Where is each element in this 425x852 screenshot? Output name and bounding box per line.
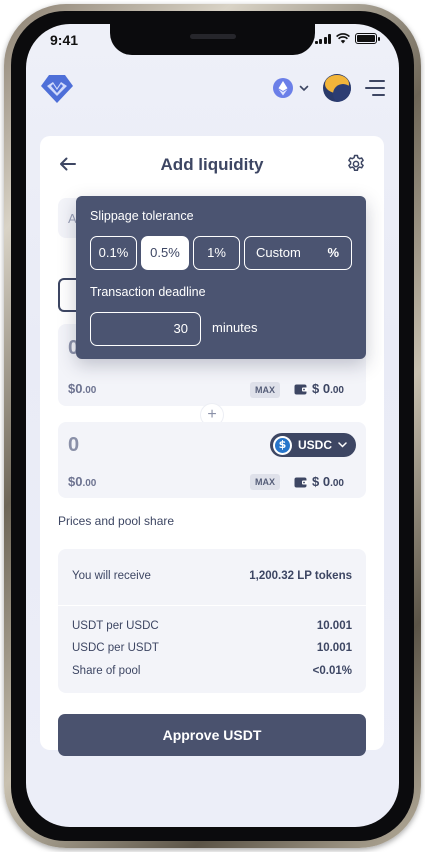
token-b-selector[interactable]: $ USDC (270, 433, 356, 457)
wallet-icon (294, 384, 308, 394)
max-button[interactable]: MAX (250, 382, 280, 398)
slippage-option[interactable]: 1% (193, 236, 240, 270)
settings-popover: Slippage tolerance 0.1% 0.5% 1% Custom %… (76, 196, 366, 359)
share-value: <0.01% (312, 665, 352, 677)
slippage-option-selected[interactable]: 0.5% (141, 236, 189, 270)
max-button[interactable]: MAX (250, 474, 280, 490)
rate-row: USDC per USDT 10.001 (72, 642, 352, 654)
phone-screen: 9:41 Add liquidity A 0 $0.00 MAX $ 0.00 … (26, 24, 399, 827)
approve-button[interactable]: Approve USDT (58, 714, 366, 756)
shield-logo-icon[interactable] (40, 74, 74, 104)
usdc-icon: $ (273, 435, 292, 455)
wifi-icon (336, 33, 350, 44)
token-b-amount[interactable]: 0 (68, 434, 79, 457)
ethereum-icon (273, 78, 293, 98)
percent-suffix: % (327, 245, 339, 260)
section-label: Prices and pool share (58, 514, 175, 528)
token-a-usd: $0.00 (68, 381, 97, 396)
receive-value: 1,200.32 LP tokens (249, 570, 352, 582)
chevron-down-icon (338, 442, 347, 448)
pool-info: You will receive 1,200.32 LP tokens USDT… (58, 549, 366, 693)
signal-icon (314, 33, 331, 44)
token-a-balance: $ 0.00 (294, 381, 344, 396)
deadline-unit: minutes (212, 320, 258, 335)
wallet-icon (294, 477, 308, 487)
network-selector[interactable] (273, 78, 309, 98)
home-indicator (146, 812, 280, 817)
token-b-symbol: USDC (298, 438, 333, 452)
status-icons (314, 33, 380, 44)
header-actions (273, 74, 385, 102)
speaker (190, 34, 236, 39)
rate-label: USDC per USDT (72, 642, 159, 654)
card-header: Add liquidity (40, 136, 384, 192)
token-b-field[interactable]: 0 $ USDC $0.00 MAX $ 0.00 (58, 422, 366, 498)
share-row: Share of pool <0.01% (72, 665, 352, 677)
chevron-down-icon (299, 85, 309, 91)
rate-value: 10.001 (316, 620, 352, 632)
divider (58, 605, 366, 606)
deadline-input[interactable]: 30 (90, 312, 201, 346)
notch (110, 24, 315, 55)
rate-row: USDT per USDC 10.001 (72, 620, 352, 632)
slippage-option[interactable]: 0.1% (90, 236, 137, 270)
battery-icon (355, 33, 380, 44)
avatar[interactable] (323, 74, 351, 102)
deadline-title: Transaction deadline (90, 285, 206, 299)
token-b-balance: $ 0.00 (294, 474, 344, 489)
slippage-title: Slippage tolerance (90, 209, 194, 223)
custom-slippage-input[interactable]: Custom % (244, 236, 352, 270)
receive-label: You will receive (72, 570, 151, 582)
rate-label: USDT per USDC (72, 620, 159, 632)
custom-placeholder: Custom (256, 245, 301, 260)
gear-icon[interactable] (346, 154, 366, 174)
receive-row: You will receive 1,200.32 LP tokens (72, 570, 352, 582)
rate-value: 10.001 (316, 642, 352, 654)
share-label: Share of pool (72, 665, 141, 677)
menu-icon[interactable] (365, 80, 385, 96)
status-time: 9:41 (50, 32, 79, 48)
token-b-usd: $0.00 (68, 474, 97, 489)
page-title: Add liquidity (160, 155, 264, 174)
